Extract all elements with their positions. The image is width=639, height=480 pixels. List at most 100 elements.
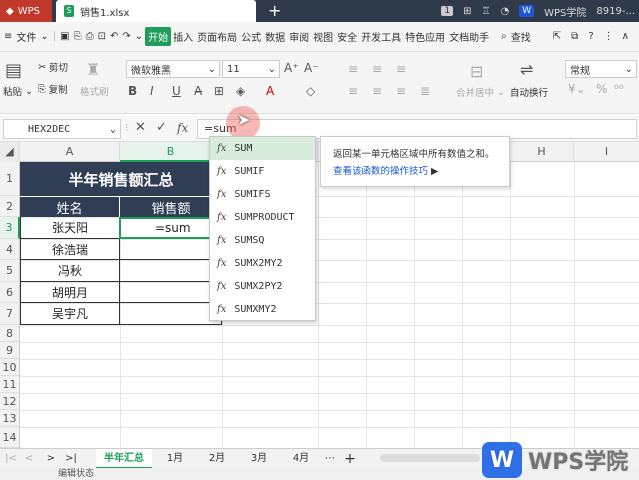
tab-home[interactable]: 开始	[145, 27, 172, 46]
align-bottom-icon[interactable]: ≡	[396, 62, 406, 76]
function-tips-link[interactable]: 查看该函数的操作技巧	[333, 166, 428, 177]
row-header-10[interactable]: 10	[0, 359, 20, 376]
name-cell[interactable]: 徐浩瑞	[20, 239, 120, 260]
row-header-5[interactable]: 5	[0, 260, 20, 282]
page-badge[interactable]: 1	[441, 6, 454, 16]
thousands-icon[interactable]: ⁰⁰	[614, 82, 624, 96]
select-all-corner[interactable]: ◢	[0, 142, 20, 162]
align-center-icon[interactable]: ≡	[372, 84, 382, 98]
tab-data[interactable]: 数据	[263, 29, 287, 44]
merge-center-button[interactable]: 合并居中 ⌄	[456, 85, 505, 100]
tab-security[interactable]: 安全	[335, 29, 359, 44]
autocomplete-item-sumproduct[interactable]: fx SUMPRODUCT	[210, 206, 315, 229]
column-header-b[interactable]: B	[120, 142, 222, 162]
document-tab[interactable]: S 销售1.xlsx	[56, 0, 256, 22]
export-icon[interactable]: ⎘	[72, 31, 84, 42]
sheet-tab-jan[interactable]: 1月	[156, 449, 194, 469]
sheet-tab-mar[interactable]: 3月	[240, 449, 278, 469]
border-icon[interactable]: ⊞	[214, 84, 224, 98]
autocomplete-item-sumifs[interactable]: fx SUMIFS	[210, 183, 315, 206]
chevron-down-icon[interactable]: ⌄	[110, 124, 116, 135]
font-size-select[interactable]: 11 ⌄	[222, 60, 280, 78]
undo-icon[interactable]: ↶	[108, 31, 120, 42]
grid-icon[interactable]: ⊞	[463, 6, 471, 17]
search-icon[interactable]: ⌕	[499, 31, 509, 42]
row-header-13[interactable]: 13	[0, 410, 20, 427]
copy-button[interactable]: ⎘ 复制	[38, 82, 68, 97]
name-cell[interactable]: 冯秋	[20, 260, 120, 282]
prev-sheet-icon[interactable]: <	[22, 449, 36, 469]
column-header-a[interactable]: A	[20, 142, 120, 162]
format-painter-button[interactable]: 格式刷	[80, 84, 109, 98]
sales-cell[interactable]	[120, 282, 222, 303]
column-header-i[interactable]: I	[574, 142, 639, 162]
row-header-8[interactable]: 8	[0, 325, 20, 342]
name-cell[interactable]: 吴宇凡	[20, 303, 120, 325]
tab-formula[interactable]: 公式	[239, 29, 263, 44]
autocomplete-item-sumsq[interactable]: fx SUMSQ	[210, 229, 315, 252]
row-header-4[interactable]: 4	[0, 239, 20, 260]
row-header-2[interactable]: 2	[0, 196, 20, 217]
align-top-icon[interactable]: ≡	[348, 62, 358, 76]
row-header-9[interactable]: 9	[0, 342, 20, 359]
column-header-h[interactable]: H	[510, 142, 574, 162]
autocomplete-item-sumx2my2[interactable]: fx SUMX2MY2	[210, 252, 315, 275]
bold-button[interactable]: B	[128, 84, 137, 98]
font-color-icon[interactable]: A	[266, 84, 274, 98]
more-sheets-icon[interactable]: ⋯	[322, 449, 338, 469]
redo-icon[interactable]: ↷	[120, 31, 132, 42]
bell-icon[interactable]: ◔	[501, 6, 510, 17]
confirm-icon[interactable]: ✓	[156, 120, 167, 135]
tab-review[interactable]: 审阅	[287, 29, 311, 44]
more-icon[interactable]: ⌄	[133, 31, 145, 42]
tab-insert[interactable]: 插入	[171, 29, 195, 44]
align-left-icon[interactable]: ≡	[348, 84, 358, 98]
strikethrough-icon[interactable]: A̶	[194, 84, 202, 98]
tab-doc-assistant[interactable]: 文档助手	[447, 29, 491, 44]
chevron-down-icon[interactable]: ⌄	[38, 31, 50, 42]
hamburger-icon[interactable]: ≡	[0, 31, 14, 42]
autocomplete-item-sumxmy2[interactable]: fx SUMXMY2	[210, 298, 315, 321]
wps-academy-label[interactable]: WPS学院	[544, 4, 586, 19]
sales-cell[interactable]	[120, 260, 222, 282]
wrap-text-icon[interactable]: ⇌	[520, 60, 533, 79]
video-icon[interactable]: ▶	[431, 166, 438, 177]
search-button[interactable]: 查找	[509, 29, 533, 44]
sales-cell[interactable]	[120, 239, 222, 260]
number-format-select[interactable]: 常规 ⌄	[565, 60, 637, 78]
paste-button[interactable]: 粘贴 ⌄	[3, 84, 33, 99]
active-cell-b3[interactable]: =sum	[119, 217, 222, 239]
cancel-icon[interactable]: ✕	[135, 120, 146, 135]
justify-icon[interactable]: ≣	[420, 84, 430, 98]
row-header-3[interactable]: 3	[0, 217, 20, 239]
name-box[interactable]: HEX2DEC ⌄	[3, 119, 121, 139]
row-header-11[interactable]: 11	[0, 376, 20, 393]
decrease-font-icon[interactable]: A⁻	[304, 61, 319, 75]
wps-home-tab[interactable]: ◆ WPS	[0, 0, 52, 22]
user-label[interactable]: 8919-...	[596, 6, 635, 17]
name-cell[interactable]: 胡明月	[20, 282, 120, 303]
autocomplete-item-sum[interactable]: fx SUM	[210, 137, 315, 160]
fill-color-icon[interactable]: ◈	[236, 84, 245, 98]
print-icon[interactable]: ⎙	[84, 31, 96, 42]
font-name-select[interactable]: 微软雅黑 ⌄	[126, 60, 220, 78]
sheet-tab-summary[interactable]: 半年汇总	[96, 449, 152, 469]
merge-center-icon[interactable]: ⊟	[470, 62, 483, 81]
sales-cell[interactable]	[120, 303, 222, 325]
help-icon[interactable]: ?	[586, 31, 595, 42]
tab-view[interactable]: 视图	[311, 29, 335, 44]
align-middle-icon[interactable]: ≡	[372, 62, 382, 76]
sheet-tab-apr[interactable]: 4月	[282, 449, 320, 469]
header-sales-cell[interactable]: 销售额	[120, 196, 222, 217]
row-header-1[interactable]: 1	[0, 162, 20, 196]
tab-developer[interactable]: 开发工具	[359, 29, 403, 44]
autocomplete-item-sumif[interactable]: fx SUMIF	[210, 160, 315, 183]
percent-button[interactable]: %	[596, 82, 607, 96]
collapse-ribbon-icon[interactable]: ∧	[620, 31, 631, 42]
underline-button[interactable]: U	[172, 84, 181, 98]
autocomplete-item-sumx2py2[interactable]: fx SUMX2PY2	[210, 275, 315, 298]
insert-function-icon[interactable]: fx	[177, 121, 188, 135]
wps-academy-icon[interactable]: W	[519, 5, 535, 17]
first-sheet-icon[interactable]: |<	[4, 449, 18, 469]
cut-button[interactable]: ✂ 剪切	[38, 60, 68, 75]
